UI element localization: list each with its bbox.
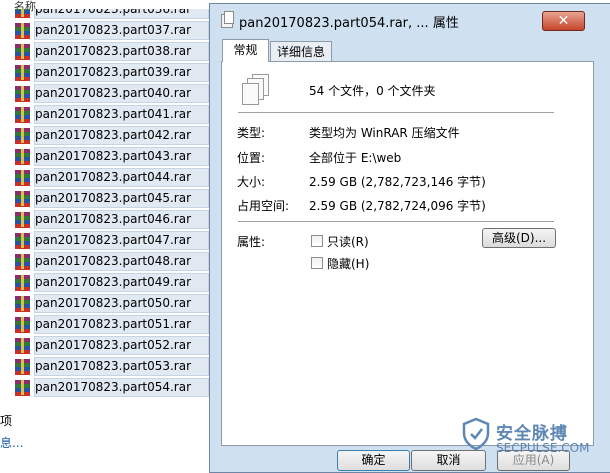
shield-icon — [462, 418, 490, 450]
type-label: 类型: — [237, 126, 266, 140]
file-name: pan20170823.part041.rar — [35, 107, 192, 121]
divider — [238, 221, 554, 222]
winrar-archive-icon — [15, 380, 30, 396]
winrar-archive-icon — [15, 44, 30, 60]
file-row[interactable]: pan20170823.part045.rar — [12, 188, 215, 209]
file-name: pan20170823.part047.rar — [35, 233, 192, 247]
readonly-checkbox[interactable] — [311, 235, 323, 247]
file-row[interactable]: pan20170823.part038.rar — [12, 41, 215, 62]
file-name: pan20170823.part048.rar — [35, 254, 192, 268]
file-name: pan20170823.part038.rar — [35, 44, 192, 58]
file-name: pan20170823.part043.rar — [35, 149, 192, 163]
file-name: pan20170823.part039.rar — [35, 65, 192, 79]
status-text: 项 — [0, 414, 13, 428]
winrar-archive-icon — [15, 170, 30, 186]
hidden-label[interactable]: 隐藏(H) — [327, 255, 369, 272]
size-on-disk-label: 占用空间: — [237, 199, 290, 213]
attributes-label: 属性: — [237, 235, 266, 249]
winrar-archive-icon — [15, 107, 30, 123]
file-row[interactable]: pan20170823.part050.rar — [12, 293, 215, 314]
file-row[interactable]: pan20170823.part037.rar — [12, 20, 215, 41]
file-row[interactable]: pan20170823.part042.rar — [12, 125, 215, 146]
winrar-archive-icon — [15, 9, 30, 18]
location-value: 全部位于 E:\web — [309, 151, 402, 165]
file-name: pan20170823.part051.rar — [35, 317, 192, 331]
file-row[interactable]: pan20170823.part044.rar — [12, 167, 215, 188]
properties-dialog: pan20170823.part054.rar, ... 属性 ✕ 常规 详细信… — [209, 3, 610, 473]
winrar-archive-icon — [15, 191, 30, 207]
file-name: pan20170823.part044.rar — [35, 170, 192, 184]
winrar-archive-icon — [15, 233, 30, 249]
dialog-title: pan20170823.part054.rar, ... 属性 — [239, 16, 459, 31]
winrar-archive-icon — [15, 86, 30, 102]
explorer-pane: 名称 pan20170823.part036.rar pan20170823.pa… — [0, 0, 215, 470]
general-tab-panel: 54 个文件，0 个文件夹 类型: 类型均为 WinRAR 压缩文件 位置: 全… — [221, 61, 594, 446]
file-row[interactable]: pan20170823.part046.rar — [12, 209, 215, 230]
file-row[interactable]: pan20170823.part036.rar — [12, 9, 215, 20]
file-row[interactable]: pan20170823.part041.rar — [12, 104, 215, 125]
file-name: pan20170823.part042.rar — [35, 128, 192, 142]
file-name: pan20170823.part049.rar — [35, 275, 192, 289]
size-value: 2.59 GB (2,782,723,146 字节) — [309, 175, 486, 189]
ok-button[interactable]: 确定 — [337, 450, 410, 471]
file-name: pan20170823.part053.rar — [35, 359, 192, 373]
winrar-archive-icon — [15, 128, 30, 144]
file-name: pan20170823.part037.rar — [35, 23, 192, 37]
file-name: pan20170823.part040.rar — [35, 86, 192, 100]
file-row[interactable]: pan20170823.part053.rar — [12, 356, 215, 377]
tab-general[interactable]: 常规 — [222, 39, 269, 62]
size-label: 大小: — [237, 175, 266, 189]
file-list: pan20170823.part036.rar pan20170823.part0… — [12, 9, 215, 398]
multiple-files-icon — [221, 11, 234, 28]
tab-details[interactable]: 详细信息 — [270, 41, 332, 62]
winrar-archive-icon — [15, 275, 30, 291]
file-row[interactable]: pan20170823.part052.rar — [12, 335, 215, 356]
winrar-archive-icon — [15, 317, 30, 333]
file-row[interactable]: pan20170823.part049.rar — [12, 272, 215, 293]
location-label: 位置: — [237, 151, 266, 165]
winrar-archive-icon — [15, 65, 30, 81]
file-row[interactable]: pan20170823.part048.rar — [12, 251, 215, 272]
file-row[interactable]: pan20170823.part039.rar — [12, 62, 215, 83]
file-row[interactable]: pan20170823.part043.rar — [12, 146, 215, 167]
winrar-archive-icon — [15, 23, 30, 39]
hidden-checkbox[interactable] — [311, 257, 323, 269]
readonly-label[interactable]: 只读(R) — [327, 233, 369, 250]
divider — [238, 112, 554, 113]
file-name: pan20170823.part054.rar — [35, 380, 192, 394]
file-name: pan20170823.part052.rar — [35, 338, 192, 352]
winrar-archive-icon — [15, 212, 30, 228]
details-link[interactable]: 息... — [0, 434, 23, 451]
winrar-archive-icon — [15, 338, 30, 354]
file-row[interactable]: pan20170823.part051.rar — [12, 314, 215, 335]
winrar-archive-icon — [15, 254, 30, 270]
file-row[interactable]: pan20170823.part054.rar — [12, 377, 215, 398]
winrar-archive-icon — [15, 149, 30, 165]
watermark-logo: 安全脉搏 SECPULSE.COM — [462, 413, 610, 470]
file-name: pan20170823.part045.rar — [35, 191, 192, 205]
close-button[interactable]: ✕ — [542, 11, 585, 31]
watermark-subtitle: SECPULSE.COM — [496, 441, 590, 455]
advanced-button[interactable]: 高级(D)... — [482, 228, 556, 248]
file-row[interactable]: pan20170823.part047.rar — [12, 230, 215, 251]
file-row[interactable]: pan20170823.part040.rar — [12, 83, 215, 104]
size-on-disk-value: 2.59 GB (2,782,724,096 字节) — [309, 199, 486, 213]
winrar-archive-icon — [15, 296, 30, 312]
file-name: pan20170823.part050.rar — [35, 296, 192, 310]
file-name: pan20170823.part046.rar — [35, 212, 192, 226]
file-name: pan20170823.part036.rar — [35, 9, 192, 16]
type-value: 类型均为 WinRAR 压缩文件 — [309, 126, 460, 140]
files-stack-icon — [240, 74, 270, 106]
winrar-archive-icon — [15, 359, 30, 375]
file-count-summary: 54 个文件，0 个文件夹 — [309, 84, 436, 98]
